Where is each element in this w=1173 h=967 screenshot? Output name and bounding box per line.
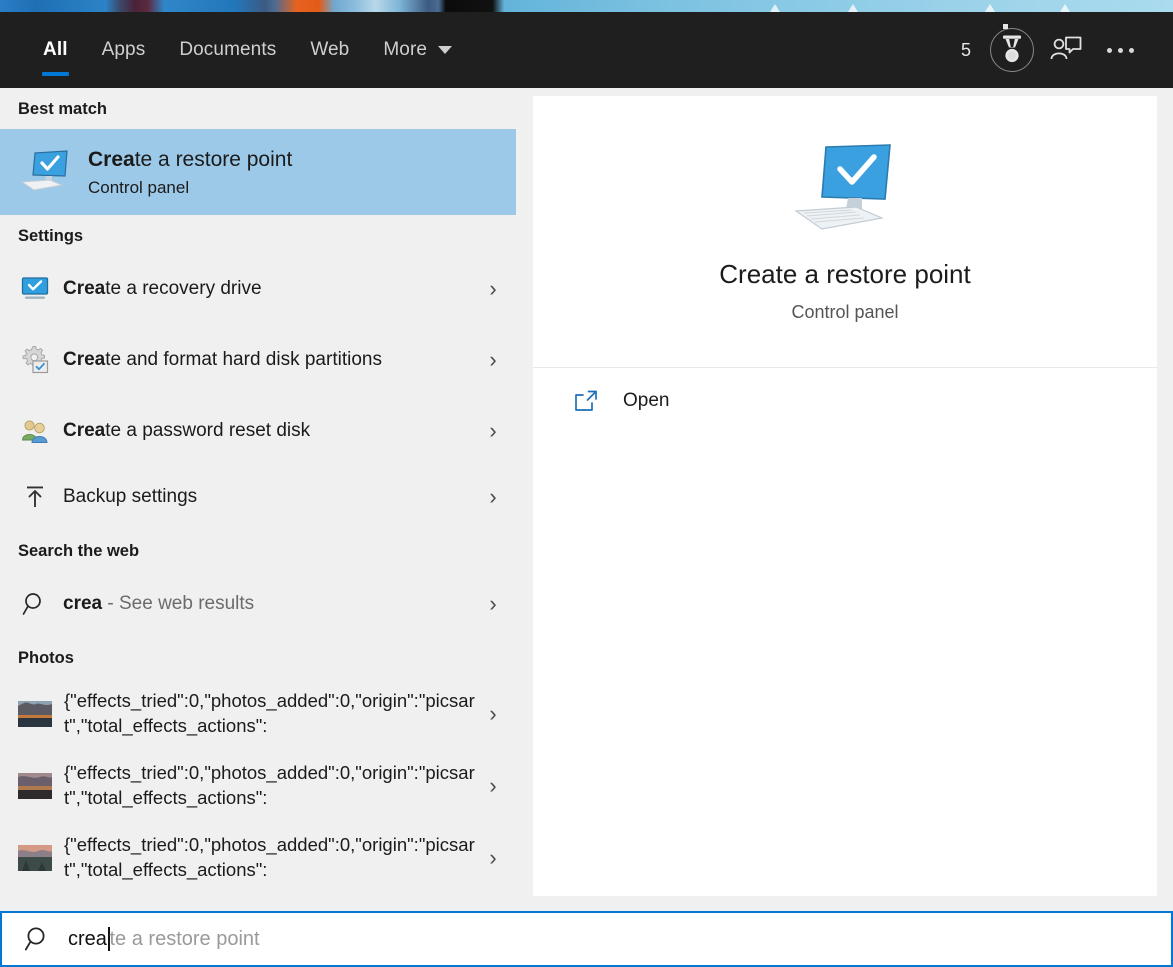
result-backup-settings[interactable]: Backup settings › xyxy=(0,464,516,530)
photo-thumbnail-icon xyxy=(18,701,52,727)
open-action-label: Open xyxy=(623,390,670,411)
chevron-right-icon: › xyxy=(489,276,497,301)
more-options-button[interactable] xyxy=(1093,23,1147,77)
tab-web-label: Web xyxy=(310,39,350,60)
result-password-reset-disk-title: Create a password reset disk xyxy=(63,420,311,442)
result-backup-settings-title: Backup settings xyxy=(63,486,198,508)
result-create-recovery-drive[interactable]: Create a recovery drive › xyxy=(0,256,516,322)
open-action-button[interactable]: Open xyxy=(533,368,1157,434)
section-header-best-match: Best match xyxy=(18,100,107,118)
result-photo-item-title: {"effects_tried":0,"photos_added":0,"ori… xyxy=(64,690,475,736)
section-header-settings: Settings xyxy=(18,227,84,245)
restore-point-monitor-icon xyxy=(18,145,72,199)
tab-documents[interactable]: Documents xyxy=(162,12,293,88)
tab-more[interactable]: More xyxy=(366,12,469,88)
result-photo-item[interactable]: {"effects_tried":0,"photos_added":0,"ori… xyxy=(0,750,516,822)
result-web-search[interactable]: crea - See web results › xyxy=(0,571,516,637)
rewards-button[interactable] xyxy=(985,23,1039,77)
chevron-down-icon xyxy=(438,46,453,54)
chevron-right-icon: › xyxy=(489,701,497,726)
chevron-right-icon: › xyxy=(489,773,497,798)
preview-title: Create a restore point xyxy=(719,258,971,289)
result-best-match[interactable]: Create a restore point Control panel xyxy=(0,129,516,215)
tab-apps-label: Apps xyxy=(101,39,146,60)
user-accounts-icon xyxy=(18,414,52,448)
search-results-panel: Best match Create a restore point Contro… xyxy=(0,88,1173,911)
tab-documents-label: Documents xyxy=(179,39,277,60)
section-header-search-the-web: Search the web xyxy=(18,542,140,560)
result-photo-item-labels: {"effects_tried":0,"photos_added":0,"ori… xyxy=(64,761,480,810)
photo-thumbnail-icon xyxy=(18,845,52,871)
desktop-background-strip xyxy=(0,0,1173,12)
result-password-reset-disk[interactable]: Create a password reset disk › xyxy=(0,398,516,464)
search-input[interactable]: crea te a restore point xyxy=(68,927,260,951)
result-create-recovery-drive-title: Create a recovery drive xyxy=(63,278,262,300)
result-create-format-partitions[interactable]: Create and format hard disk partitions › xyxy=(0,322,516,398)
results-column: Best match Create a restore point Contro… xyxy=(0,88,516,911)
result-web-search-labels: crea - See web results xyxy=(63,591,480,616)
result-photo-item-labels: {"effects_tried":0,"photos_added":0,"ori… xyxy=(64,833,480,882)
result-web-search-title: crea - See web results xyxy=(63,593,255,615)
search-filter-navbar: All Apps Documents Web More 5 xyxy=(0,12,1173,88)
rewards-points-count: 5 xyxy=(960,39,971,60)
open-external-icon xyxy=(569,389,603,413)
preview-header: Create a restore point Control panel xyxy=(533,96,1157,368)
result-create-format-partitions-labels: Create and format hard disk partitions xyxy=(63,348,480,373)
preview-subtitle: Control panel xyxy=(791,301,899,322)
result-photo-item[interactable]: {"effects_tried":0,"photos_added":0,"ori… xyxy=(0,678,516,750)
tab-more-label: More xyxy=(383,39,428,60)
result-photo-item-title: {"effects_tried":0,"photos_added":0,"ori… xyxy=(64,762,475,808)
preview-pane: Create a restore point Control panel Ope… xyxy=(533,96,1157,896)
tab-all[interactable]: All xyxy=(26,12,85,88)
backup-upload-arrow-icon xyxy=(18,480,52,514)
chevron-right-icon: › xyxy=(489,591,497,616)
result-photo-item-labels: {"effects_tried":0,"photos_added":0,"ori… xyxy=(64,689,480,738)
tab-list: All Apps Documents Web More xyxy=(0,12,469,88)
chevron-right-icon: › xyxy=(489,845,497,870)
result-photo-item[interactable]: {"effects_tried":0,"photos_added":0,"ori… xyxy=(0,822,516,894)
restore-point-monitor-icon xyxy=(790,141,900,233)
search-typed-text: crea xyxy=(68,927,107,950)
tab-all-label: All xyxy=(43,39,68,60)
search-autocomplete-text: te a restore point xyxy=(109,927,260,950)
recovery-drive-monitor-icon xyxy=(18,272,52,306)
search-input-bar[interactable]: crea te a restore point xyxy=(0,911,1173,967)
tab-apps[interactable]: Apps xyxy=(85,12,163,88)
active-tab-underline xyxy=(42,72,69,76)
feedback-person-icon xyxy=(1050,36,1082,60)
feedback-button[interactable] xyxy=(1039,23,1093,77)
result-create-recovery-drive-labels: Create a recovery drive xyxy=(63,276,480,301)
result-backup-settings-labels: Backup settings xyxy=(63,484,480,509)
photo-thumbnail-icon xyxy=(18,773,52,799)
ellipsis-icon xyxy=(1106,47,1134,53)
result-best-match-labels: Create a restore point Control panel xyxy=(88,146,506,197)
tab-web[interactable]: Web xyxy=(293,12,366,88)
chevron-right-icon: › xyxy=(489,484,497,509)
result-password-reset-disk-labels: Create a password reset disk xyxy=(63,418,480,443)
search-magnifier-icon xyxy=(18,925,58,953)
disk-partition-gear-icon xyxy=(18,343,52,377)
section-header-photos: Photos xyxy=(18,649,74,667)
result-photo-item-title: {"effects_tried":0,"photos_added":0,"ori… xyxy=(64,834,475,880)
search-magnifier-icon xyxy=(18,587,52,621)
chevron-right-icon: › xyxy=(489,418,497,443)
navbar-right-actions: 5 xyxy=(961,23,1173,77)
chevron-right-icon: › xyxy=(489,347,497,372)
result-best-match-title: Create a restore point xyxy=(88,148,293,172)
result-create-format-partitions-title: Create and format hard disk partitions xyxy=(63,348,382,370)
result-best-match-subtitle: Control panel xyxy=(88,177,190,197)
medal-icon xyxy=(990,24,1034,72)
